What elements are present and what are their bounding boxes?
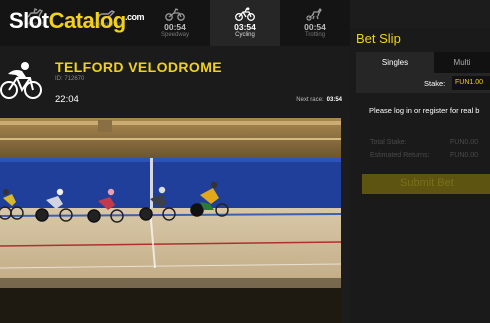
nav-time: 03:54 (234, 22, 256, 32)
total-stake-value: FUN0.00 (450, 139, 479, 146)
nav-label: Trotting (304, 32, 326, 38)
stake-label: Stake: (424, 79, 446, 88)
stake-input[interactable]: FUN1.00 (452, 76, 490, 90)
submit-bet-button[interactable]: Submit Bet (362, 174, 490, 194)
velodrome-scene (0, 118, 341, 323)
nav-item-cycling[interactable]: 03:54 Cycling (210, 0, 280, 46)
estimated-returns-label: Estimated Returns: (370, 152, 430, 159)
watermark-logo: SlotCatalog .com (9, 8, 145, 33)
nav-time: 00:54 (164, 22, 186, 32)
event-time: 22:04 (55, 94, 79, 105)
nav-time: 00:54 (304, 22, 326, 32)
event-title: TELFORD VELODROME (55, 59, 223, 75)
bet-type-tabs: Singles Multi (356, 52, 490, 73)
trotting-icon (306, 7, 322, 21)
tab-singles[interactable]: Singles (356, 52, 434, 73)
event-header: TELFORD VELODROME ID: 712670 22:04 Next … (0, 46, 350, 118)
cycling-icon (235, 7, 255, 21)
event-id: ID: 712670 (55, 76, 85, 82)
race-video[interactable] (0, 118, 341, 323)
nav-item-trotting[interactable]: 00:54 Trotting (280, 0, 350, 46)
next-race-time: 03:54 (326, 97, 342, 103)
nav-label: Speedway (160, 32, 190, 38)
nav-item-speedway[interactable]: 00:54 Speedway (140, 0, 210, 46)
bet-slip-title: Bet Slip (356, 31, 401, 46)
stake-row: Stake: FUN1.00 (356, 73, 490, 93)
tab-multi[interactable]: Multi (434, 52, 490, 73)
estimated-returns-value: FUN0.00 (450, 152, 479, 159)
next-race-label: Next race: (296, 97, 324, 103)
login-message: Please log in or register for real b (369, 106, 480, 115)
cyclist-icon (0, 62, 42, 99)
total-stake-label: Total Stake: (370, 139, 407, 146)
next-race: Next race: 03:54 (296, 97, 342, 103)
nav-label: Cycling (235, 32, 255, 38)
speedway-icon (165, 8, 185, 21)
